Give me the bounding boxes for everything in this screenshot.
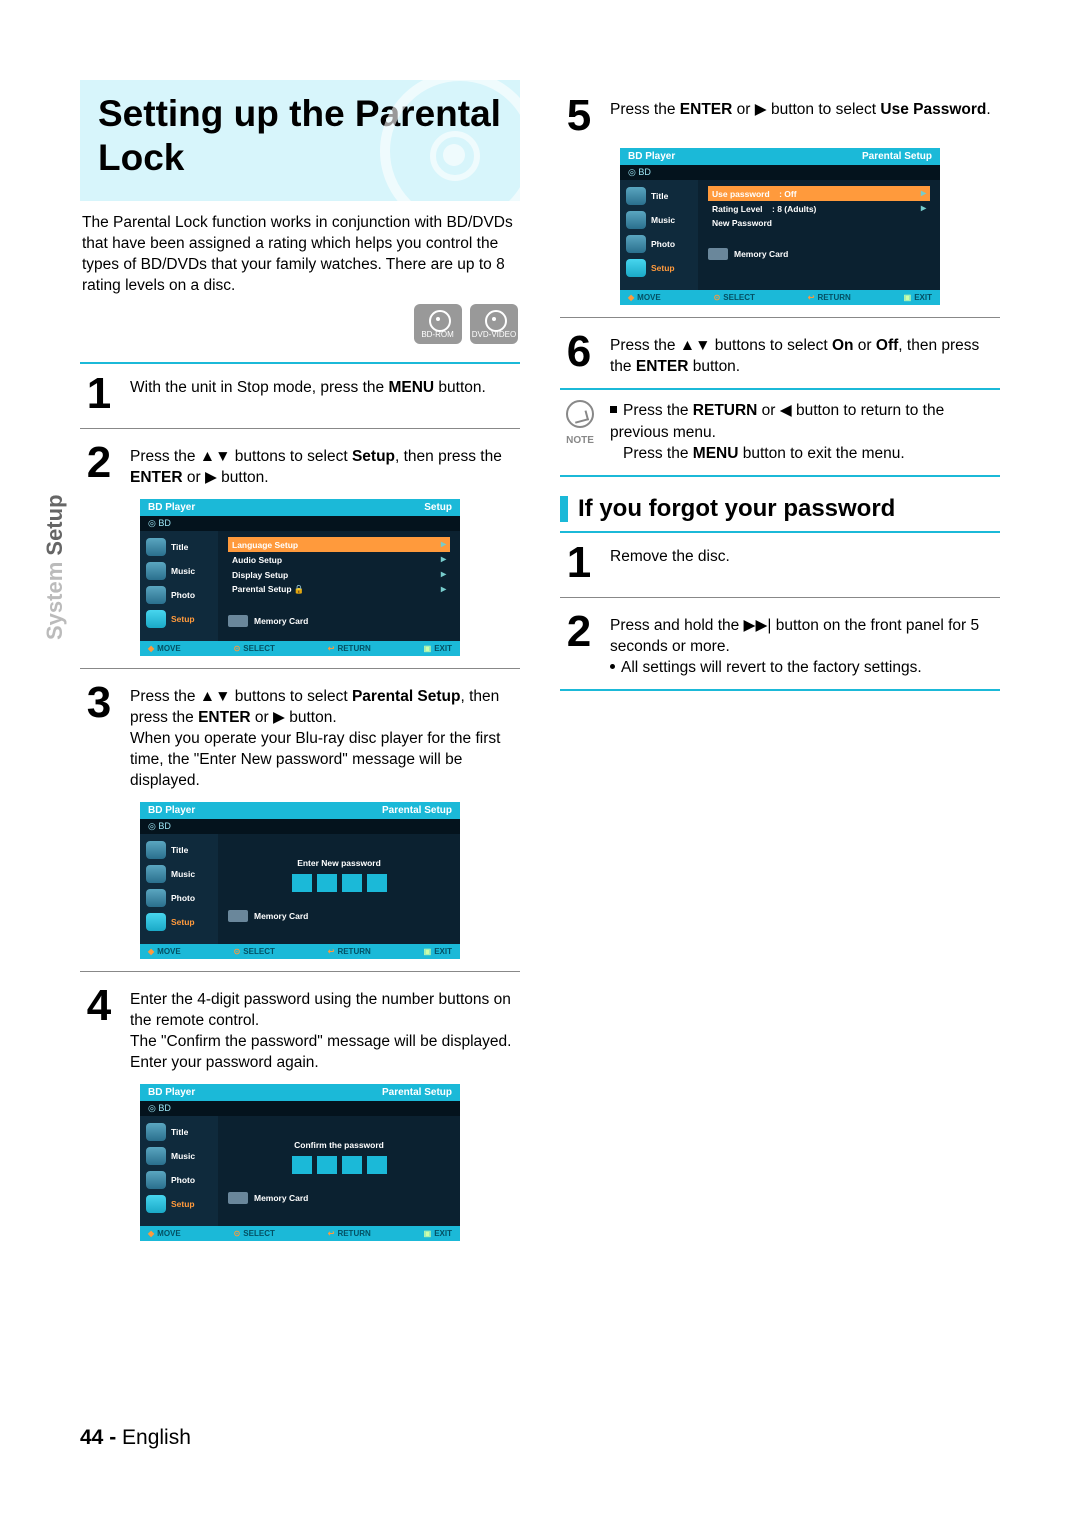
- step-1: 1 With the unit in Stop mode, press the …: [80, 372, 520, 416]
- right-column: 5 Press the ENTER or ▶ button to select …: [560, 80, 1000, 1251]
- format-icons: BD-ROM DVD-VIDEO: [82, 304, 518, 344]
- note-icon: NOTE: [560, 400, 600, 448]
- forgot-step-1: 1 Remove the disc.: [560, 541, 1000, 585]
- forgot-step-2: 2 Press and hold the ▶▶| button on the f…: [560, 610, 1000, 679]
- osd-use-password: BD PlayerParental Setup ◎ BD Title Music…: [620, 148, 940, 305]
- divider: [560, 531, 1000, 533]
- page-title-block: Setting up the Parental Lock: [80, 80, 520, 201]
- divider: [560, 317, 1000, 318]
- subheading-forgot-password: If you forgot your password: [560, 495, 1000, 523]
- bd-rom-icon: BD-ROM: [414, 304, 462, 344]
- divider: [560, 475, 1000, 477]
- osd-confirm-password: BD PlayerParental Setup ◎ BD Title Music…: [140, 1084, 460, 1241]
- divider: [80, 971, 520, 972]
- divider: [560, 597, 1000, 598]
- page-number: 44 - English: [80, 1426, 191, 1450]
- step-3: 3 Press the ▲▼ buttons to select Parenta…: [80, 681, 520, 792]
- dvd-video-icon: DVD-VIDEO: [470, 304, 518, 344]
- note-block: NOTE Press the RETURN or ◀ button to ret…: [560, 400, 1000, 465]
- step-5: 5 Press the ENTER or ▶ button to select …: [560, 94, 1000, 138]
- intro-text: The Parental Lock function works in conj…: [82, 213, 518, 297]
- step-2: 2 Press the ▲▼ buttons to select Setup, …: [80, 441, 520, 489]
- divider: [560, 388, 1000, 390]
- step-6: 6 Press the ▲▼ buttons to select On or O…: [560, 330, 1000, 378]
- divider: [80, 428, 520, 429]
- osd-enter-password: BD PlayerParental Setup ◎ BD Title Music…: [140, 802, 460, 959]
- osd-setup-menu: BD PlayerSetup ◎ BD Title Music Photo Se…: [140, 499, 460, 656]
- left-column: Setting up the Parental Lock The Parenta…: [80, 80, 520, 1251]
- divider: [80, 668, 520, 669]
- divider: [560, 689, 1000, 691]
- divider: [80, 362, 520, 364]
- step-4: 4 Enter the 4-digit password using the n…: [80, 984, 520, 1074]
- section-tab: System Setup: [42, 494, 68, 640]
